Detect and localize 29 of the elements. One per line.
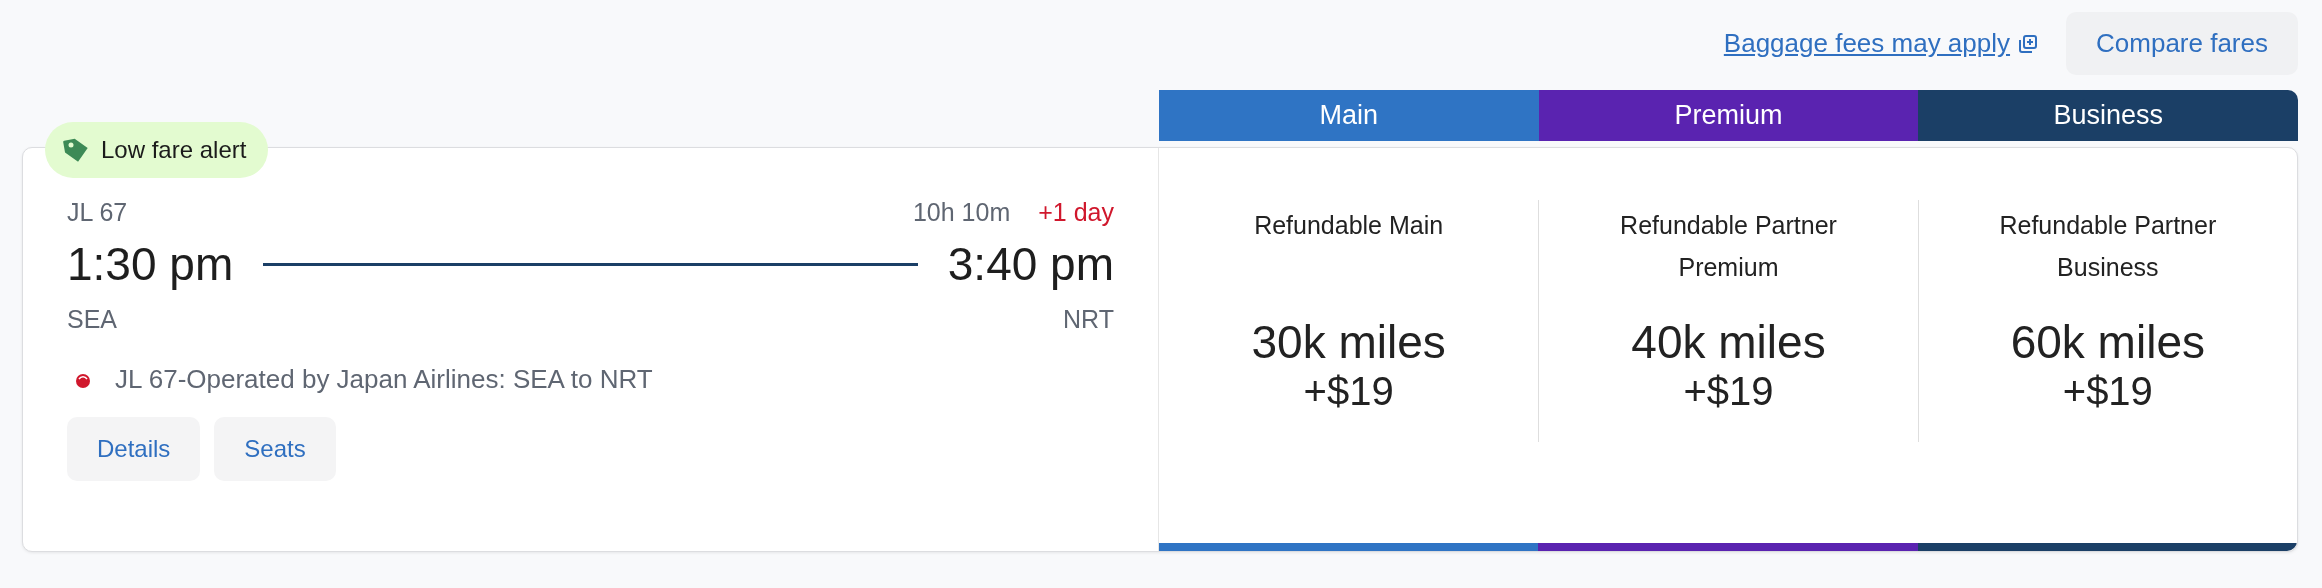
origin-code: SEA (67, 305, 118, 334)
fare-name: Refundable Partner Premium (1619, 210, 1838, 283)
fare-miles: 60k miles (2010, 316, 2205, 368)
compare-fares-button[interactable]: Compare fares (2066, 12, 2298, 75)
fare-option[interactable]: Refundable Partner Business 60k miles +$19 (1917, 148, 2297, 551)
day-offset: +1 day (1038, 198, 1114, 227)
fare-name: Refundable Main (1253, 210, 1445, 241)
fare-fee: +$19 (2062, 368, 2153, 414)
arrival-time: 3:40 pm (947, 237, 1114, 291)
fare-miles: 40k miles (1631, 316, 1826, 368)
fare-class-tab[interactable]: Business (1918, 90, 2298, 141)
operated-by-text: JL 67-Operated by Japan Airlines: SEA to NRT (115, 364, 653, 395)
flight-action-button[interactable]: Details (67, 417, 201, 481)
external-link-icon (2018, 33, 2039, 54)
fare-class-tab[interactable]: Main (1159, 90, 1539, 141)
fare-option[interactable]: Refundable Main 30k miles +$19 (1159, 148, 1539, 551)
fare-name: Refundable Partner Business (1998, 210, 2218, 283)
destination-code: NRT (1063, 305, 1114, 334)
fare-option[interactable]: Refundable Partner Premium 40k miles +$19 (1538, 148, 1918, 551)
fare-class-tab[interactable]: Premium (1538, 90, 1919, 141)
badge-text: Low fare alert (101, 136, 247, 164)
flight-number: JL 67 (67, 198, 128, 227)
baggage-fees-link[interactable]: Baggage fees may apply (1723, 28, 2011, 59)
departure-time: 1:30 pm (67, 237, 234, 291)
fare-miles: 30k miles (1251, 316, 1446, 368)
fare-fee: +$19 (1303, 368, 1394, 414)
fare-fee: +$19 (1683, 368, 1774, 414)
flight-duration: 10h 10m (912, 198, 1011, 227)
flight-action-button[interactable]: Seats (214, 417, 336, 481)
